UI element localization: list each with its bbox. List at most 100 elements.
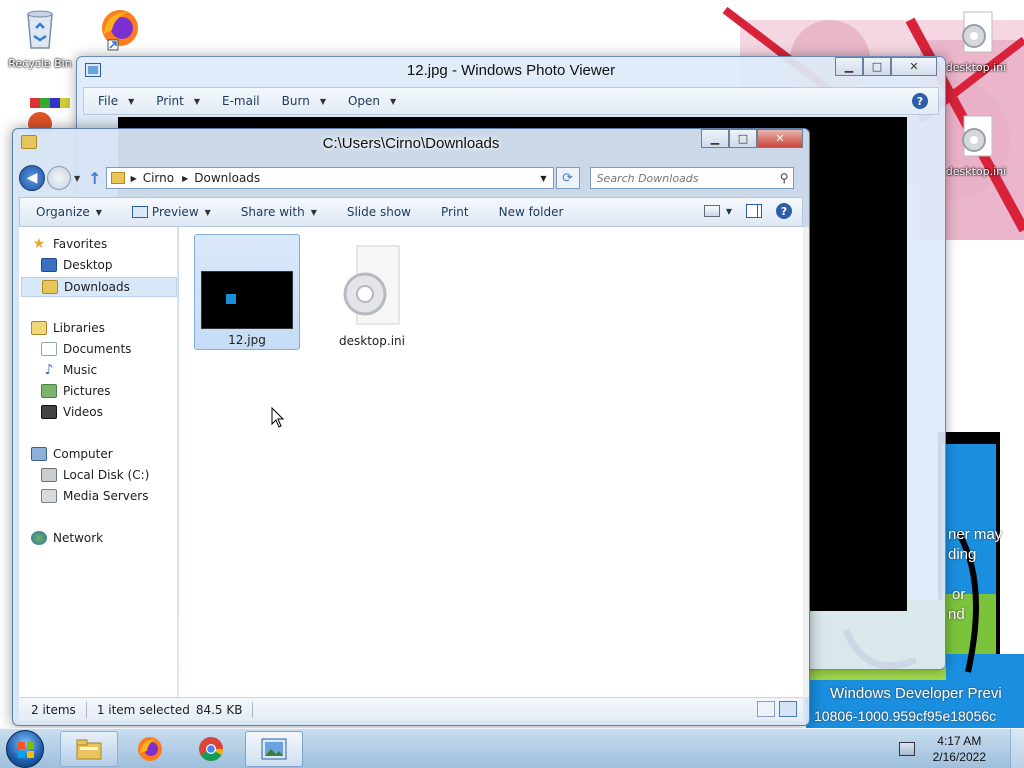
- large-icons-view-icon[interactable]: [779, 701, 797, 717]
- organize-button[interactable]: Organize ▼: [36, 205, 102, 219]
- photo-viewer-title: 12.jpg - Windows Photo Viewer: [406, 62, 616, 79]
- videos-icon: [41, 405, 57, 419]
- preview-button[interactable]: Preview ▼: [131, 205, 211, 219]
- pictures-icon: [41, 384, 57, 398]
- share-with-button[interactable]: Share with ▼: [241, 205, 317, 219]
- nav-local-disk[interactable]: Local Disk (C:): [41, 468, 149, 482]
- search-input[interactable]: [596, 171, 767, 185]
- show-desktop-button[interactable]: [1010, 729, 1024, 768]
- nav-desktop[interactable]: Desktop: [41, 258, 113, 272]
- scrollbar[interactable]: [803, 227, 809, 697]
- desktop-icon-desktop-ini-2[interactable]: desktop.ini: [938, 112, 1014, 178]
- file-desktop-ini[interactable]: desktop.ini: [319, 234, 425, 350]
- recycle-bin-icon: [27, 10, 53, 49]
- start-button[interactable]: [6, 730, 44, 768]
- taskbar-firefox[interactable]: [121, 731, 179, 767]
- clock[interactable]: 4:17 AM 2/16/2022: [933, 733, 986, 765]
- item-count: 2 items: [31, 702, 76, 717]
- taskbar-explorer[interactable]: [60, 731, 118, 767]
- photo-viewer-caption-buttons: ▁ □ ✕: [835, 57, 937, 76]
- selection-size: 84.5 KB: [195, 702, 243, 717]
- divider: [85, 701, 87, 718]
- menu-file[interactable]: File ▼: [98, 94, 134, 108]
- help-icon[interactable]: ?: [776, 203, 792, 219]
- nav-label: Documents: [63, 342, 132, 356]
- nav-label: Computer: [53, 447, 113, 461]
- details-view-icon[interactable]: [757, 701, 775, 717]
- up-arrow-icon[interactable]: ↑: [88, 169, 101, 188]
- desktop-icon-recycle-bin[interactable]: Recycle Bin: [2, 4, 78, 70]
- nav-label: Videos: [63, 405, 103, 419]
- explorer-title: C:\Users\Cirno\Downloads: [322, 135, 500, 152]
- desktop-icon-firefox[interactable]: [80, 4, 156, 57]
- close-button[interactable]: ✕: [891, 57, 937, 76]
- network-icon: [31, 531, 47, 545]
- nav-downloads[interactable]: Downloads: [21, 277, 177, 297]
- maximize-button[interactable]: □: [863, 57, 891, 76]
- media-server-icon: [41, 489, 57, 503]
- nav-libraries[interactable]: Libraries: [31, 321, 105, 335]
- change-view-icon[interactable]: [703, 205, 720, 217]
- nav-documents[interactable]: Documents: [41, 342, 131, 356]
- firefox-icon: [102, 10, 138, 51]
- chevron-down-icon: ▼: [193, 96, 201, 106]
- new-folder-button[interactable]: New folder: [499, 205, 564, 219]
- refresh-button[interactable]: ⟳: [555, 167, 580, 189]
- help-icon[interactable]: ?: [912, 93, 928, 109]
- chevron-down-icon: ▼: [310, 207, 317, 217]
- file-12-jpg[interactable]: 12.jpg: [194, 234, 300, 350]
- desktop-icon-desktop-ini-1[interactable]: desktop.ini: [938, 8, 1014, 74]
- star-icon: ★: [32, 236, 46, 252]
- menu-open[interactable]: Open ▼: [348, 94, 396, 108]
- taskbar-chrome[interactable]: [182, 731, 240, 767]
- minimize-button[interactable]: ▁: [835, 57, 863, 76]
- back-button[interactable]: ◀: [19, 165, 45, 191]
- hard-disk-icon: [41, 468, 57, 482]
- nav-computer[interactable]: Computer: [31, 447, 113, 461]
- print-button[interactable]: Print: [441, 205, 469, 219]
- recent-pages-dropdown[interactable]: ▼: [74, 174, 80, 183]
- libraries-icon: [31, 321, 47, 335]
- menu-label: Print: [156, 94, 184, 108]
- search-box[interactable]: ⚲: [589, 167, 794, 189]
- desktop-icon-label: desktop.ini: [945, 61, 1007, 74]
- close-button[interactable]: ✕: [757, 129, 803, 148]
- preview-pane-icon[interactable]: [746, 204, 762, 218]
- breadcrumb-downloads[interactable]: Downloads: [194, 171, 260, 185]
- nav-network[interactable]: Network: [31, 531, 103, 545]
- image-thumbnail: [201, 271, 293, 329]
- nav-music[interactable]: ♪ Music: [41, 362, 98, 378]
- network-status-icon[interactable]: [898, 742, 915, 756]
- desktop-icon-label: desktop.ini: [945, 165, 1007, 178]
- wallpaper-text: or: [952, 586, 966, 603]
- windows-logo-icon: [226, 294, 236, 304]
- print-label: Print: [440, 205, 469, 219]
- file-list: 12.jpg desktop.ini: [179, 227, 803, 697]
- chevron-down-icon[interactable]: ▼: [726, 207, 732, 216]
- forward-button[interactable]: [47, 166, 71, 190]
- search-icon[interactable]: ⚲: [780, 171, 789, 185]
- slide-show-button[interactable]: Slide show: [347, 205, 411, 219]
- nav-favorites[interactable]: ★ Favorites: [31, 236, 108, 252]
- menu-email[interactable]: E-mail: [222, 94, 260, 108]
- minimize-button[interactable]: ▁: [701, 129, 729, 148]
- folder-icon: [110, 172, 125, 184]
- nav-media-servers[interactable]: Media Servers: [41, 489, 148, 503]
- menu-burn[interactable]: Burn ▼: [282, 94, 326, 108]
- navigation-pane: ★ Favorites Desktop Downloads Libraries D…: [19, 227, 178, 697]
- share-with-label: Share with: [240, 205, 305, 219]
- nav-label: Libraries: [53, 321, 105, 335]
- photo-viewer-icon: [261, 738, 287, 760]
- chevron-right-icon[interactable]: ▶: [131, 174, 137, 183]
- command-bar-right: ▼ ?: [703, 203, 792, 219]
- chevron-right-icon[interactable]: ▶: [182, 174, 188, 183]
- menu-print[interactable]: Print ▼: [156, 94, 200, 108]
- breadcrumb-cirno[interactable]: Cirno: [143, 171, 174, 185]
- taskbar-photo-viewer[interactable]: [245, 731, 303, 767]
- explorer-window[interactable]: C:\Users\Cirno\Downloads ▁ □ ✕ ◀ ▼ ↑ ▶ C…: [12, 128, 810, 726]
- nav-videos[interactable]: Videos: [41, 405, 103, 419]
- address-history-dropdown[interactable]: ▼: [540, 174, 546, 183]
- address-bar[interactable]: ▶ Cirno ▶ Downloads ▼: [105, 167, 554, 189]
- nav-pictures[interactable]: Pictures: [41, 384, 111, 398]
- maximize-button[interactable]: □: [729, 129, 757, 148]
